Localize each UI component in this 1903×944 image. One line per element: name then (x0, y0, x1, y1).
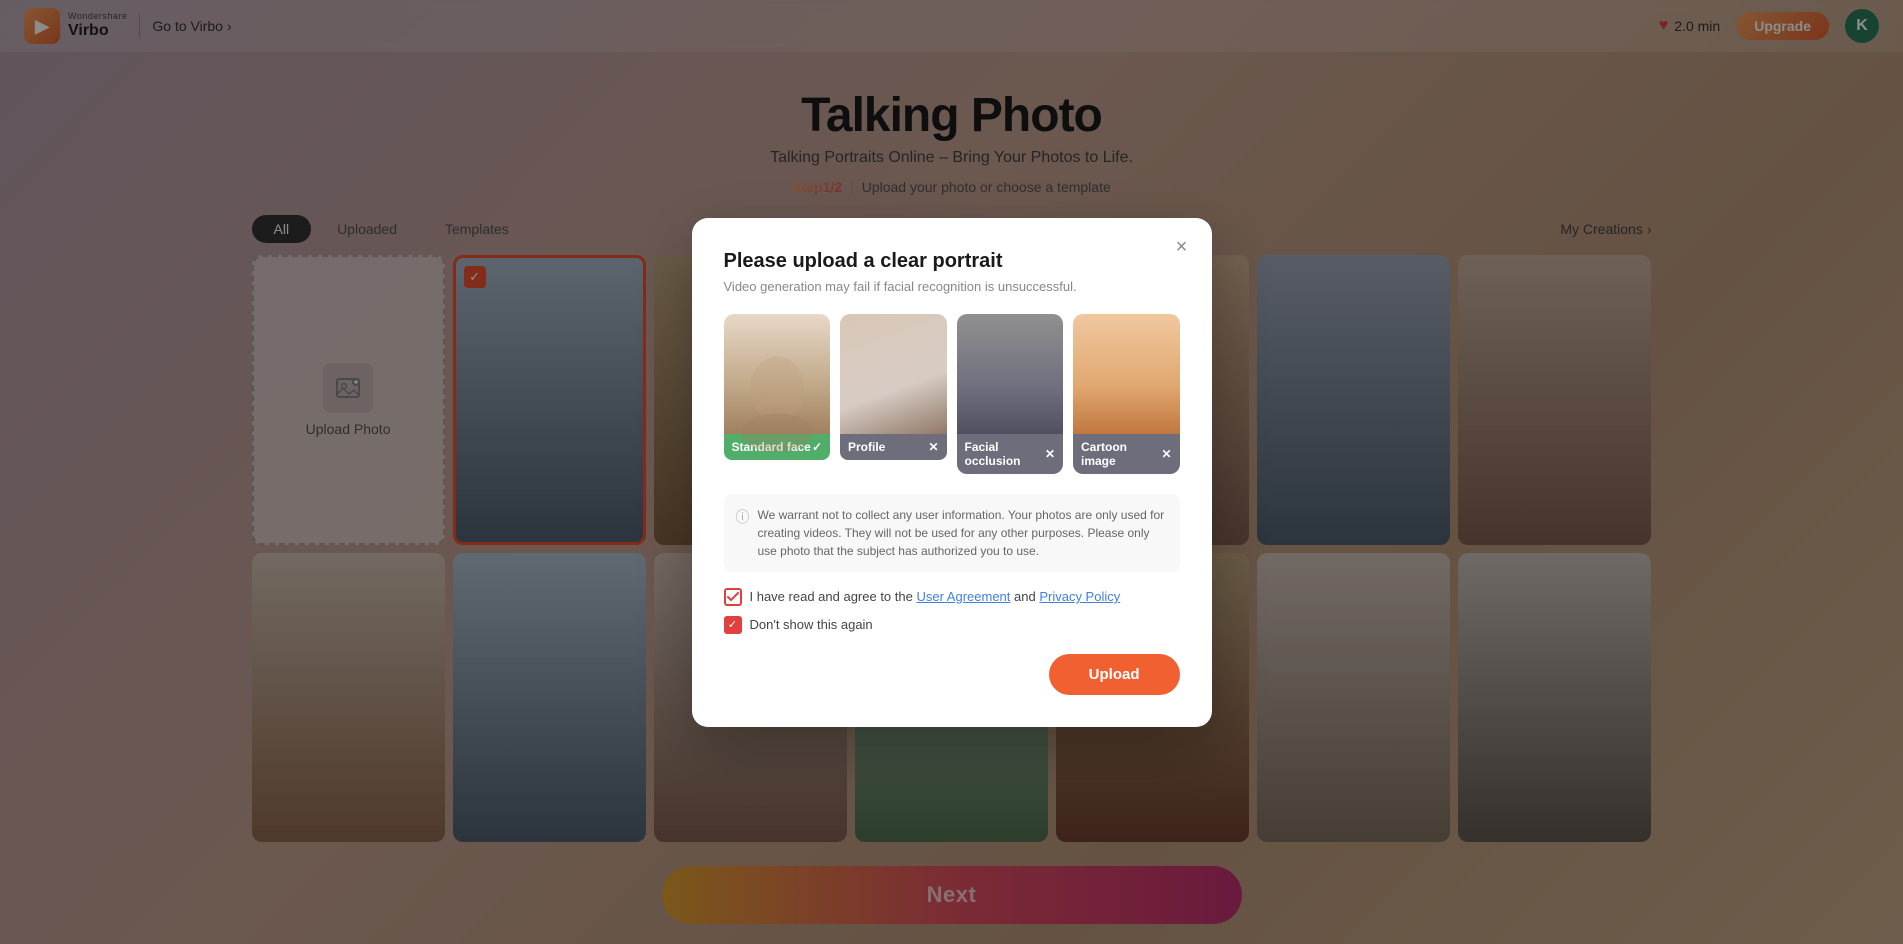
face-label-occlusion: Facial occlusion ✕ (957, 434, 1064, 474)
warrant-text: We warrant not to collect any user infor… (758, 506, 1168, 560)
face-card-profile: Profile ✕ (840, 314, 947, 474)
modal-close-button[interactable]: × (1168, 234, 1196, 262)
face-image-occlusion (957, 314, 1064, 434)
face-svg-standard (724, 314, 831, 474)
face-image-standard (724, 314, 831, 434)
face-examples: Standard face ✓ Profile ✕ Facial occlusi… (724, 314, 1180, 474)
info-icon: ⓘ (736, 507, 750, 528)
agreement-text: I have read and agree to the User Agreem… (750, 589, 1121, 604)
checkbox-check-icon (727, 592, 739, 602)
upload-button[interactable]: Upload (1049, 654, 1180, 695)
upload-modal: × Please upload a clear portrait Video g… (692, 218, 1212, 727)
agreement-row: I have read and agree to the User Agreem… (724, 588, 1180, 606)
dont-show-checkbox[interactable]: ✓ (724, 616, 742, 634)
user-agreement-link[interactable]: User Agreement (916, 589, 1010, 604)
modal-overlay: × Please upload a clear portrait Video g… (0, 0, 1903, 944)
dont-show-row: ✓ Don't show this again (724, 616, 1180, 634)
face-image-profile (840, 314, 947, 434)
face-card-standard: Standard face ✓ (724, 314, 831, 474)
face-label-cartoon: Cartoon image ✕ (1073, 434, 1180, 474)
modal-subtitle: Video generation may fail if facial reco… (724, 279, 1180, 294)
warrant-box: ⓘ We warrant not to collect any user inf… (724, 494, 1180, 572)
face-label-profile: Profile ✕ (840, 434, 947, 460)
modal-footer: Upload (724, 654, 1180, 695)
modal-title: Please upload a clear portrait (724, 250, 1180, 273)
face-card-cartoon: Cartoon image ✕ (1073, 314, 1180, 474)
face-card-occlusion: Facial occlusion ✕ (957, 314, 1064, 474)
privacy-policy-link[interactable]: Privacy Policy (1039, 589, 1120, 604)
agreement-checkbox[interactable] (724, 588, 742, 606)
dont-show-label: Don't show this again (750, 617, 873, 632)
face-image-cartoon (1073, 314, 1180, 434)
